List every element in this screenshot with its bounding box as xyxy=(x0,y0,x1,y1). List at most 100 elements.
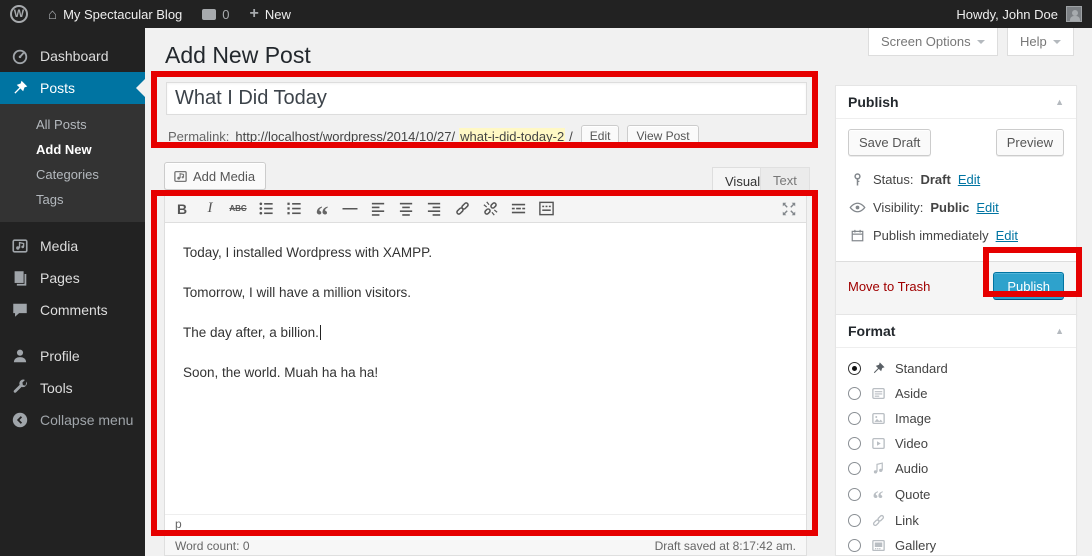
format-radio-link[interactable] xyxy=(848,514,861,527)
sidebar-item-categories[interactable]: Categories xyxy=(0,162,145,187)
bullet-list-button[interactable] xyxy=(253,197,279,221)
italic-button[interactable]: I xyxy=(197,197,223,221)
collapse-panel-icon[interactable]: ▲ xyxy=(1055,326,1064,336)
site-name-link[interactable]: ⌂ My Spectacular Blog xyxy=(38,0,192,28)
comments-icon xyxy=(10,300,30,320)
sidebar-item-add-new[interactable]: Add New xyxy=(0,137,145,162)
sidebar-item-all-posts[interactable]: All Posts xyxy=(0,112,145,137)
bold-button[interactable]: B xyxy=(169,197,195,221)
publish-button[interactable]: Publish xyxy=(993,272,1064,300)
format-radio-aside[interactable] xyxy=(848,387,861,400)
gallery-icon xyxy=(869,538,887,553)
sidebar-item-media[interactable]: Media xyxy=(0,230,145,262)
sidebar-label-profile: Profile xyxy=(40,348,80,364)
link-icon xyxy=(869,513,887,528)
distraction-free-button[interactable] xyxy=(776,197,802,221)
comments-shortcut[interactable]: 0 xyxy=(192,0,239,28)
chevron-down-icon xyxy=(1053,40,1061,48)
howdy-user-link[interactable]: Howdy, John Doe xyxy=(956,7,1058,22)
sidebar-item-posts[interactable]: Posts xyxy=(0,72,145,104)
insert-link-button[interactable] xyxy=(449,197,475,221)
posts-submenu: All Posts Add New Categories Tags xyxy=(0,104,145,222)
pages-icon xyxy=(10,268,30,288)
format-option-image[interactable]: Image xyxy=(848,406,1064,431)
format-label: Standard xyxy=(895,361,948,376)
remove-link-button[interactable] xyxy=(477,197,503,221)
user-avatar[interactable] xyxy=(1066,6,1082,22)
comment-bubble-icon xyxy=(202,9,216,20)
schedule-row: Publish immediately Edit xyxy=(848,222,1064,249)
move-to-trash-link[interactable]: Move to Trash xyxy=(848,279,930,294)
sidebar-item-profile[interactable]: Profile xyxy=(0,340,145,372)
format-radio-gallery[interactable] xyxy=(848,539,861,552)
numbered-list-button[interactable] xyxy=(281,197,307,221)
format-radio-audio[interactable] xyxy=(848,462,861,475)
format-radio-video[interactable] xyxy=(848,437,861,450)
new-content-menu[interactable]: + New xyxy=(240,0,301,28)
sidebar-label-posts: Posts xyxy=(40,80,75,96)
format-option-gallery[interactable]: Gallery xyxy=(848,533,1064,556)
add-media-button[interactable]: Add Media xyxy=(164,162,266,190)
format-box-title: Format xyxy=(848,323,895,339)
format-radio-image[interactable] xyxy=(848,412,861,425)
save-draft-button[interactable]: Save Draft xyxy=(848,129,931,156)
format-box-header[interactable]: Format ▲ xyxy=(836,315,1076,348)
format-option-audio[interactable]: Audio xyxy=(848,456,1064,481)
toolbar-toggle-button[interactable] xyxy=(533,197,559,221)
align-center-button[interactable] xyxy=(393,197,419,221)
wordpress-menu[interactable]: W xyxy=(0,0,38,28)
format-radio-quote[interactable] xyxy=(848,488,861,501)
post-status-icon xyxy=(848,172,866,187)
sidebar-item-tools[interactable]: Tools xyxy=(0,372,145,404)
sidebar-item-collapse-menu[interactable]: Collapse menu xyxy=(0,404,145,436)
horizontal-rule-button[interactable]: — xyxy=(337,197,363,221)
edit-permalink-button[interactable]: Edit xyxy=(581,125,620,147)
screen-options-tab[interactable]: Screen Options xyxy=(868,28,998,56)
format-option-aside[interactable]: Aside xyxy=(848,381,1064,406)
format-radio-standard[interactable] xyxy=(848,362,861,375)
view-post-button[interactable]: View Post xyxy=(627,125,698,147)
align-right-button[interactable] xyxy=(421,197,447,221)
edit-visibility-link[interactable]: Edit xyxy=(976,200,998,215)
editor-paragraph: Soon, the world. Muah ha ha ha! xyxy=(183,365,788,380)
permalink-label: Permalink: xyxy=(168,129,229,144)
sidebar-item-comments[interactable]: Comments xyxy=(0,294,145,326)
tools-icon xyxy=(10,378,30,398)
editor-content-area[interactable]: Today, I installed Wordpress with XAMPP.… xyxy=(165,223,806,514)
blockquote-button[interactable]: “ xyxy=(309,197,335,221)
post-status-info-bar: Word count: 0 Draft saved at 8:17:42 am. xyxy=(164,536,807,556)
sidebar-item-tags[interactable]: Tags xyxy=(0,187,145,212)
visibility-label: Visibility: xyxy=(873,200,923,215)
edit-status-link[interactable]: Edit xyxy=(958,172,980,187)
admin-sidebar: Dashboard Posts All Posts Add New Catego… xyxy=(0,28,145,556)
page-title: Add New Post xyxy=(165,42,311,69)
preview-button[interactable]: Preview xyxy=(996,129,1064,156)
word-count: Word count: 0 xyxy=(175,539,250,553)
path-p-tag[interactable]: p xyxy=(175,517,182,531)
format-label: Video xyxy=(895,436,928,451)
format-label: Audio xyxy=(895,461,928,476)
edit-schedule-link[interactable]: Edit xyxy=(996,228,1018,243)
tab-text[interactable]: Text xyxy=(760,167,810,194)
format-option-standard[interactable]: Standard xyxy=(848,356,1064,381)
screen-options-label: Screen Options xyxy=(881,34,971,49)
format-option-link[interactable]: Link xyxy=(848,508,1064,533)
publish-box-body: Save Draft Preview Status: Draft Edit Vi… xyxy=(836,119,1076,261)
sidebar-item-pages[interactable]: Pages xyxy=(0,262,145,294)
collapse-panel-icon[interactable]: ▲ xyxy=(1055,97,1064,107)
format-label: Image xyxy=(895,411,931,426)
post-title-input[interactable] xyxy=(166,82,807,115)
align-left-button[interactable] xyxy=(365,197,391,221)
editor-paragraph: The day after, a billion. xyxy=(183,325,788,340)
sidebar-item-dashboard[interactable]: Dashboard xyxy=(0,40,145,72)
permalink-trailing-slash: / xyxy=(569,129,573,144)
format-option-video[interactable]: Video xyxy=(848,431,1064,456)
add-media-label: Add Media xyxy=(193,169,255,184)
major-publishing-actions: Move to Trash Publish xyxy=(836,261,1076,314)
more-tag-button[interactable] xyxy=(505,197,531,221)
format-option-quote[interactable]: “ Quote xyxy=(848,481,1064,508)
strikethrough-button[interactable]: ABC xyxy=(225,197,251,221)
editor-paragraph: Tomorrow, I will have a million visitors… xyxy=(183,285,788,300)
publish-box-header[interactable]: Publish ▲ xyxy=(836,86,1076,119)
help-tab[interactable]: Help xyxy=(1007,28,1074,56)
